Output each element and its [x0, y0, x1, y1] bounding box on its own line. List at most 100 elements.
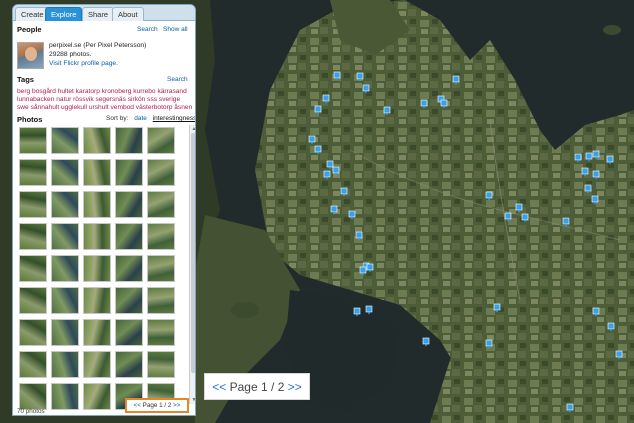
photo-thumbnail[interactable]: [147, 319, 175, 346]
sort-by-label: Sort by:: [106, 115, 129, 122]
tag-link[interactable]: sss: [147, 96, 159, 103]
tag-link[interactable]: karatorp: [76, 88, 102, 95]
pager-separator: /: [271, 380, 275, 394]
photo-thumbnail[interactable]: [19, 159, 47, 186]
photo-thumbnail[interactable]: [19, 319, 47, 346]
tag-link[interactable]: sirkön: [128, 96, 147, 103]
tag-link[interactable]: hultet: [58, 88, 76, 95]
photo-thumbnail[interactable]: [83, 223, 111, 250]
photo-thumbnail[interactable]: [51, 383, 79, 410]
photo-total: 70 photos: [17, 408, 45, 415]
photo-thumbnail[interactable]: [83, 191, 111, 218]
flickr-profile-link[interactable]: Visit Flickr profile page.: [49, 60, 118, 67]
photo-thumbnail[interactable]: [51, 287, 79, 314]
tag-link[interactable]: kärrasand: [157, 88, 186, 95]
pager-next[interactable]: >>: [288, 380, 302, 394]
scroll-down-icon[interactable]: ▼: [191, 397, 195, 403]
tab-bar: Create Explore Share About: [13, 5, 195, 21]
tag-link[interactable]: kurrebo: [133, 88, 157, 95]
photo-thumbnail[interactable]: [147, 287, 175, 314]
photo-thumbnail[interactable]: [115, 319, 143, 346]
scroll-up-icon[interactable]: ▲: [191, 126, 195, 132]
scroll-thumb[interactable]: [191, 133, 195, 373]
photo-scrollbar[interactable]: ▲ ▼: [189, 125, 195, 404]
photo-thumbnail[interactable]: [19, 287, 47, 314]
photo-thumbnail[interactable]: [147, 255, 175, 282]
tag-link[interactable]: urshult: [89, 104, 111, 111]
photo-thumbnail[interactable]: [51, 191, 79, 218]
tags-search-link[interactable]: Search: [167, 76, 188, 83]
tag-link[interactable]: swe: [17, 104, 31, 111]
photo-thumbnail[interactable]: [115, 127, 143, 154]
tag-cloud: berg bosgård hultet karatorp kronoberg k…: [17, 88, 193, 112]
photo-thumbnail[interactable]: [83, 319, 111, 346]
photo-thumbnail[interactable]: [83, 383, 111, 410]
photo-count: 29288 photos.: [49, 51, 92, 58]
tags-heading: Tags: [17, 75, 34, 84]
tag-link[interactable]: rössvik: [73, 96, 95, 103]
pager-prev[interactable]: <<: [212, 380, 226, 394]
tag-link[interactable]: ugglekull: [61, 104, 89, 111]
photo-thumbnail[interactable]: [19, 127, 47, 154]
photo-thumbnail[interactable]: [19, 383, 47, 410]
photo-thumbnail[interactable]: [115, 223, 143, 250]
photo-thumbnail[interactable]: [51, 351, 79, 378]
sort-interestingness-link[interactable]: interestingness: [153, 115, 195, 122]
pager-current: 1: [260, 380, 268, 394]
sort-controls: Sort by: date interestingness: [106, 115, 195, 122]
tab-about[interactable]: About: [112, 7, 144, 21]
photo-thumbnail[interactable]: [19, 255, 47, 282]
pager-page-word: Page: [229, 380, 258, 394]
photo-thumbnail[interactable]: [83, 255, 111, 282]
tag-link[interactable]: vembod: [110, 104, 135, 111]
photo-thumbnail[interactable]: [115, 351, 143, 378]
photo-thumbnail[interactable]: [115, 255, 143, 282]
tab-share[interactable]: Share: [82, 7, 115, 21]
tag-link[interactable]: kronoberg: [102, 88, 134, 95]
photo-thumbnail[interactable]: [83, 287, 111, 314]
photo-thumbnail[interactable]: [83, 159, 111, 186]
people-search-link[interactable]: Search: [137, 26, 158, 33]
explore-panel: Create Explore Share About People Search…: [12, 4, 196, 416]
tag-link[interactable]: sånnahult: [31, 104, 61, 111]
people-heading: People: [17, 25, 42, 34]
photo-thumbnail[interactable]: [83, 127, 111, 154]
photo-thumbnail[interactable]: [147, 159, 175, 186]
photo-thumbnail[interactable]: [19, 351, 47, 378]
photos-heading: Photos: [17, 115, 43, 124]
tag-link[interactable]: bosgård: [32, 88, 58, 95]
small-pager: << Page 1 / 2 >>: [125, 398, 189, 413]
tag-link[interactable]: segersnäs: [95, 96, 127, 103]
photo-thumbnail[interactable]: [147, 191, 175, 218]
photo-thumbnail[interactable]: [147, 127, 175, 154]
photo-thumbnail[interactable]: [147, 223, 175, 250]
tag-link[interactable]: berg: [17, 88, 32, 95]
tab-explore[interactable]: Explore: [45, 7, 83, 21]
map-pager: << Page 1 / 2 >>: [204, 373, 310, 400]
avatar[interactable]: [17, 42, 44, 69]
username: perpixel.se (Per Pixel Petersson): [49, 42, 147, 49]
photo-thumbnail[interactable]: [51, 159, 79, 186]
photo-thumbnail[interactable]: [51, 127, 79, 154]
tag-link[interactable]: natur: [56, 96, 73, 103]
photo-thumbnail[interactable]: [83, 351, 111, 378]
tag-link[interactable]: lunnabacken: [17, 96, 56, 103]
photo-thumbnail[interactable]: [19, 191, 47, 218]
show-all-link[interactable]: Show all: [163, 26, 188, 33]
small-pager-next[interactable]: >>: [173, 402, 180, 409]
sort-date-link[interactable]: date: [134, 115, 147, 122]
tag-link[interactable]: åsnen: [174, 104, 192, 111]
photo-thumbnail[interactable]: [115, 191, 143, 218]
photo-thumbnail[interactable]: [51, 223, 79, 250]
tag-link[interactable]: västerbotorp: [136, 104, 174, 111]
photo-thumbnail[interactable]: [147, 351, 175, 378]
photo-thumbnail[interactable]: [51, 255, 79, 282]
photo-thumbnail[interactable]: [115, 159, 143, 186]
tag-link[interactable]: sverige: [159, 96, 180, 103]
photo-thumbnail[interactable]: [19, 223, 47, 250]
small-pager-prev[interactable]: <<: [134, 402, 141, 409]
photo-grid: [17, 124, 189, 410]
photo-thumbnail[interactable]: [115, 287, 143, 314]
pager-total: 2: [277, 380, 285, 394]
photo-thumbnail[interactable]: [51, 319, 79, 346]
